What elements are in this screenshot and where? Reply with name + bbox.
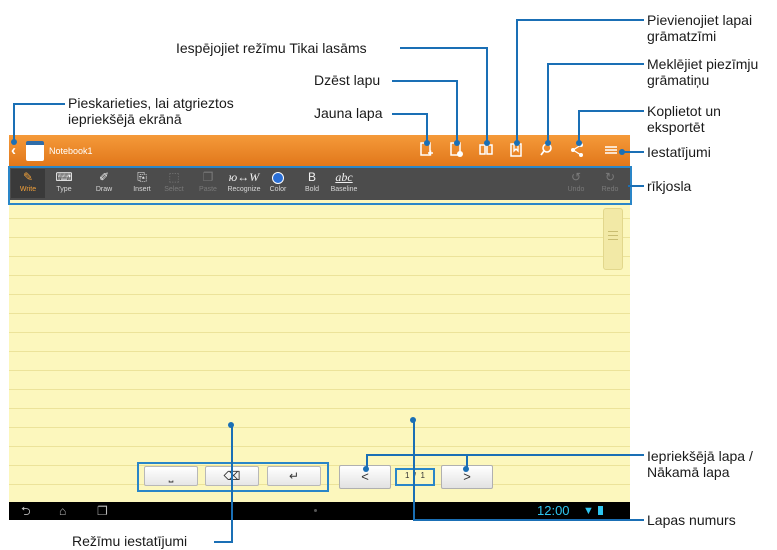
- callout-toolbar: rīkjosla: [647, 178, 692, 194]
- callout-bookmark: Pievienojiet lapai grāmatzīmi: [647, 12, 753, 44]
- callout-search: Meklējiet piezīmju grāmatiņu: [647, 56, 759, 88]
- clock: 12:00: [537, 503, 570, 518]
- settings-menu-icon[interactable]: [602, 142, 620, 160]
- back-nav-icon[interactable]: ⮌: [21, 503, 31, 519]
- center-dot-icon: [314, 509, 317, 512]
- page-number-highlight: [395, 468, 435, 486]
- callout-back: Pieskarieties, lai atgrieztos iepriekšēj…: [68, 95, 234, 127]
- toolbar-highlight: [8, 166, 632, 205]
- callout-share: Koplietot un eksportēt: [647, 103, 721, 135]
- callout-new-page: Jauna lapa: [314, 105, 383, 121]
- callout-prev-next: Iepriekšējā lapa / Nākamā lapa: [647, 448, 753, 480]
- callout-settings: Iestatījumi: [647, 144, 711, 160]
- note-page[interactable]: ⎵ ⌫ ↵ < 1 / 1 >: [9, 200, 630, 502]
- callout-mode-settings: Režīmu iestatījumi: [72, 533, 188, 549]
- recent-apps-icon[interactable]: ❐: [97, 503, 108, 519]
- callout-page-number: Lapas numurs: [647, 512, 736, 528]
- title-bar: ‹ Notebook1: [9, 135, 630, 167]
- home-nav-icon[interactable]: ⌂: [59, 503, 66, 519]
- wifi-icon: ▼: [583, 505, 594, 517]
- callout-readonly: Iespējojiet režīmu Tikai lasāms: [176, 40, 367, 56]
- callout-delete: Dzēst lapu: [314, 72, 381, 88]
- notebook-title: Notebook1: [49, 146, 93, 156]
- mode-settings-highlight: [137, 462, 329, 492]
- system-nav-bar: ⮌ ⌂ ❐ 12:00 ▼: [9, 502, 630, 520]
- scroll-handle[interactable]: [603, 208, 623, 270]
- notebook-cover-icon: [26, 141, 44, 161]
- battery-icon: [598, 506, 603, 515]
